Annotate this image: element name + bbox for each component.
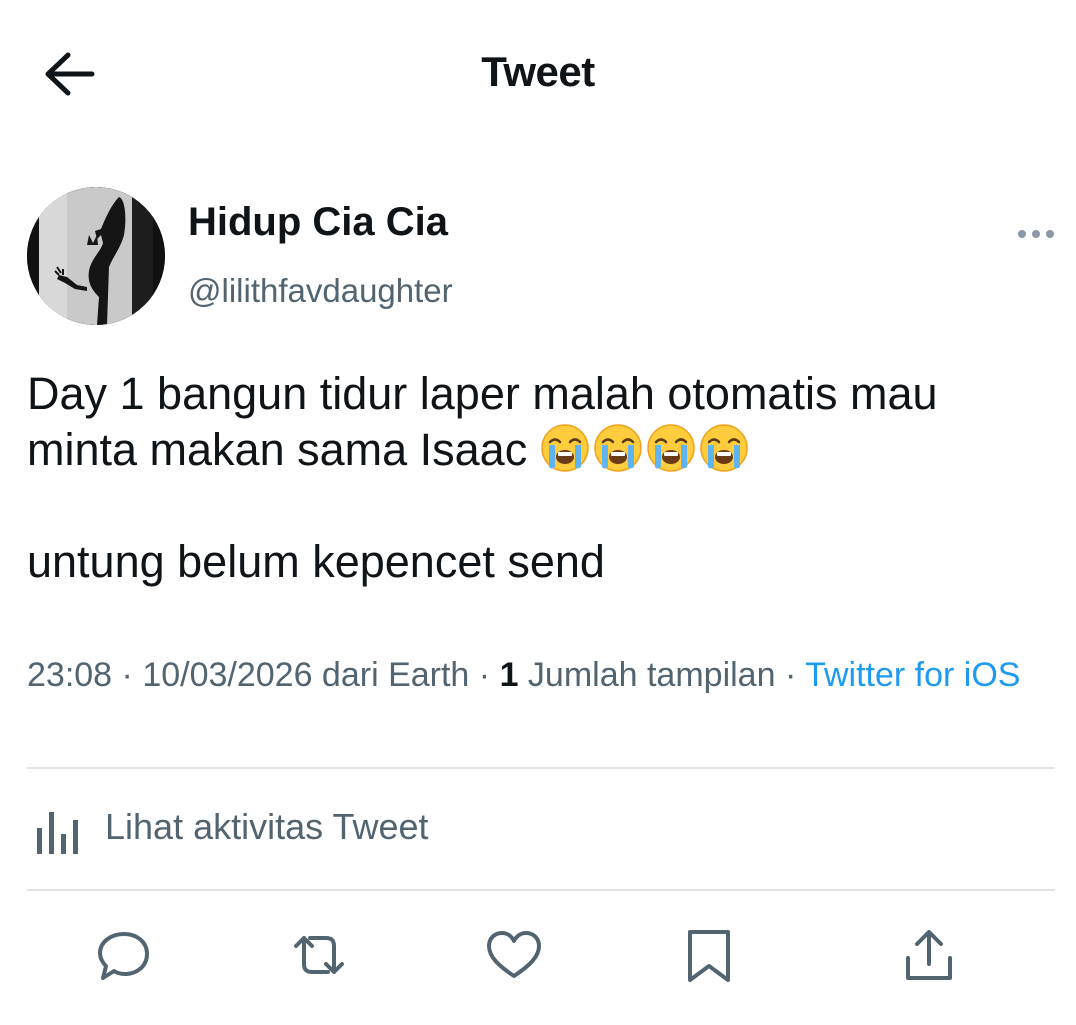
author-handle[interactable]: @lilithfavdaughter bbox=[188, 272, 453, 310]
more-options-button[interactable] bbox=[1012, 222, 1060, 246]
bookmark-icon bbox=[688, 930, 730, 982]
heart-icon bbox=[487, 931, 541, 978]
tweet-meta: 23:08 · 10/03/2026 dari Earth · 1 Jumlah… bbox=[27, 658, 1037, 692]
share-icon bbox=[906, 930, 952, 980]
retweet-button[interactable] bbox=[284, 920, 354, 990]
reply-button[interactable] bbox=[89, 920, 159, 990]
views-label: Jumlah tampilan bbox=[518, 656, 776, 694]
views-count: 1 bbox=[499, 656, 519, 694]
loudly-crying-face-emoji bbox=[699, 424, 748, 472]
separator: · bbox=[775, 656, 806, 694]
like-button[interactable] bbox=[479, 920, 549, 990]
analytics-bars-icon bbox=[37, 812, 78, 854]
tweet-line: Day 1 bangun tidur laper malah otomatis … bbox=[27, 368, 938, 419]
devil-silhouette-avatar bbox=[27, 187, 165, 325]
view-activity-label: Lihat aktivitas Tweet bbox=[105, 806, 429, 847]
tweet-body: Day 1 bangun tidur laper malah otomatis … bbox=[27, 366, 1057, 590]
separator: · bbox=[112, 656, 143, 694]
share-button[interactable] bbox=[894, 920, 964, 990]
tweet-detail-page: Tweet Hidup Cia Cia @lilithfavdaughter D… bbox=[0, 0, 1076, 1025]
loudly-crying-face-emoji bbox=[540, 424, 589, 472]
loudly-crying-face-emoji bbox=[593, 424, 642, 472]
more-dots-icon bbox=[1018, 230, 1054, 238]
bookmark-button[interactable] bbox=[674, 920, 744, 990]
separator: · bbox=[469, 656, 500, 694]
view-tweet-activity-button[interactable]: Lihat aktivitas Tweet bbox=[27, 790, 627, 870]
divider bbox=[27, 889, 1055, 891]
author-name[interactable]: Hidup Cia Cia bbox=[188, 200, 448, 245]
emoji-row bbox=[540, 424, 752, 475]
divider bbox=[27, 767, 1055, 769]
tweet-line-with-emoji: minta makan sama Isaac bbox=[27, 422, 1057, 478]
page-title: Tweet bbox=[481, 48, 595, 95]
tweet-time[interactable]: 23:08 bbox=[27, 656, 112, 694]
tweet-date[interactable]: 10/03/2026 bbox=[142, 656, 312, 694]
tweet-line: untung belum kepencet send bbox=[27, 536, 605, 587]
reply-icon bbox=[98, 932, 149, 980]
tweet-actions-bar bbox=[0, 920, 1076, 1000]
tweet-line: minta makan sama Isaac bbox=[27, 424, 528, 475]
tweet-location: dari Earth bbox=[312, 656, 470, 694]
source-link[interactable]: Twitter for iOS bbox=[805, 656, 1020, 694]
top-bar: Tweet bbox=[0, 0, 1076, 140]
retweet-icon bbox=[294, 936, 344, 974]
avatar[interactable] bbox=[27, 187, 165, 325]
loudly-crying-face-emoji bbox=[646, 424, 695, 472]
